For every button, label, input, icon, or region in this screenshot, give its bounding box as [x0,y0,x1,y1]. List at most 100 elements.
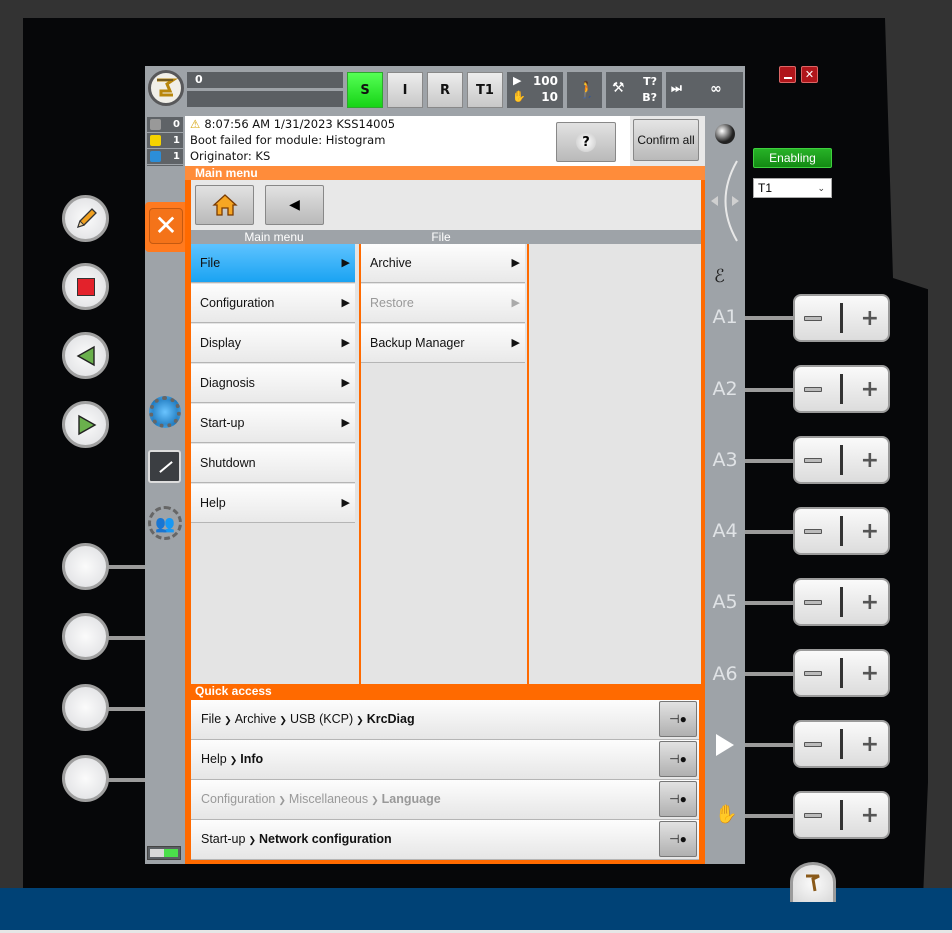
info-message-icon [150,151,161,162]
soft-key-2[interactable] [62,613,109,660]
back-button[interactable]: ◀ [265,185,324,225]
close-window-button[interactable]: ✕ [801,66,818,83]
soft-key-line [105,778,147,782]
submit-interpreter-button[interactable]: S [347,72,383,108]
edit-key[interactable] [62,195,109,242]
divider [839,516,843,546]
ack-message-count[interactable]: 0 [147,117,183,132]
message-window[interactable]: ⚠ 8:07:56 AM 1/31/2023 KSS14005 Boot fail… [185,116,705,166]
soft-key-4[interactable] [62,755,109,802]
status-bar: 0 S I R T1 ▶ ✋ 100 10 🚶 ⚒ T? B? ⏭ ∞ [145,66,745,112]
walking-person-icon: 🚶 [577,80,597,99]
column-header-main: Main menu [191,230,357,244]
soft-key-line [105,707,147,711]
menu-item-help[interactable]: Help ▶ [191,484,355,523]
help-button[interactable]: ? [556,122,616,162]
notification-message-count[interactable]: 1 [147,149,183,164]
stop-key[interactable] [62,263,109,310]
quick-access-item[interactable]: File ❯ Archive ❯ USB (KCP) ❯ KrcDiag ⊣● [191,700,699,740]
left-sidebar: ✕ 👥 [145,166,189,864]
menu-item-file[interactable]: File ▶ [191,244,355,283]
operating-mode-button[interactable]: T1 [467,72,503,108]
operating-mode-select[interactable]: T1 ⌄ [753,178,832,198]
status-message-count[interactable]: 1 [147,133,183,148]
start-key[interactable] [62,401,109,448]
jog-key-a2[interactable]: + [793,365,890,413]
jog-key-a4[interactable]: + [793,507,890,555]
menu-item-display[interactable]: Display ▶ [191,324,355,363]
drives-button[interactable]: I [387,72,423,108]
minimize-icon [783,76,792,79]
jog-line [745,530,795,534]
home-button[interactable] [195,185,254,225]
chevron-right-icon: ▶ [511,337,520,349]
jog-key-a6[interactable]: + [793,649,890,697]
robot-menu-button[interactable] [148,70,184,106]
jog-line [745,388,795,392]
jog-key-a3[interactable]: + [793,436,890,484]
space-mouse-icon[interactable] [709,156,741,246]
jog-mode-button[interactable]: 🚶 [567,72,602,108]
close-icon: ✕ [154,209,178,242]
incremental-jog-button[interactable]: ⏭ ∞ [666,72,743,108]
confirm-all-button[interactable]: Confirm all [633,119,699,161]
clock-icon[interactable] [148,450,181,483]
axis-label-a4: A4 [712,520,738,542]
plus-icon: + [860,518,880,544]
warning-icon: ⚠ [190,117,201,131]
jog-line [745,316,795,320]
pin-icon: ⊣● [669,831,687,846]
soft-key-1[interactable] [62,543,109,590]
submenu-item-archive[interactable]: Archive ▶ [361,244,525,283]
jog-key-a5[interactable]: + [793,578,890,626]
menu-item-start-up[interactable]: Start-up ▶ [191,404,355,443]
program-name-field[interactable]: 0 [187,72,343,88]
confirm-area: Confirm all [630,116,705,166]
kuka-robot-button[interactable] [790,862,836,902]
pin-button[interactable]: ⊣● [659,781,697,817]
settings-gear-icon[interactable] [149,396,181,428]
pin-button[interactable]: ⊣● [659,741,697,777]
menu-item-configuration[interactable]: Configuration ▶ [191,284,355,323]
divider [839,445,843,475]
play-icon [77,414,96,435]
chevron-right-icon: ▶ [341,377,350,389]
jog-coordinate-icon[interactable]: ℰ [714,266,725,287]
pin-button[interactable]: ⊣● [659,821,697,857]
message-originator: Originator: KS [190,149,271,163]
home-icon [211,194,238,216]
plus-icon: + [860,660,880,686]
enabling-button[interactable]: Enabling [753,148,832,168]
submenu-item-restore[interactable]: Restore ▶ [361,284,525,323]
globe-icon[interactable] [715,124,735,144]
hand-icon: ✋ [715,804,738,825]
user-group-icon[interactable]: 👥 [148,506,182,540]
start-backward-key[interactable] [62,332,109,379]
soft-key-line [105,565,147,569]
quick-access-item[interactable]: Help ❯ Info ⊣● [191,740,699,780]
program-override-play-icon [716,734,734,756]
menu-item-shutdown[interactable]: Shutdown [191,444,355,483]
pin-button[interactable]: ⊣● [659,701,697,737]
submenu-item-backup-manager[interactable]: Backup Manager ▶ [361,324,525,363]
menu-item-diagnosis[interactable]: Diagnosis ▶ [191,364,355,403]
message-text: Boot failed for module: Histogram [190,133,386,147]
program-override-key[interactable]: + [793,720,890,768]
operating-mode-value: T1 [758,181,773,195]
program-override-value: 100 [532,74,558,88]
chevron-down-icon: ⌄ [817,183,825,193]
jog-key-a1[interactable]: + [793,294,890,342]
tool-base-button[interactable]: ⚒ T? B? [606,72,662,108]
minimize-button[interactable] [779,66,796,83]
override-button[interactable]: ▶ ✋ 100 10 [507,72,563,108]
plus-icon: + [860,802,880,828]
program-line-field[interactable] [187,91,343,107]
jog-override-key[interactable]: + [793,791,890,839]
quick-access-item[interactable]: Start-up ❯ Network configuration ⊣● [191,820,699,860]
close-menu-button[interactable]: ✕ [149,208,183,244]
soft-key-3[interactable] [62,684,109,731]
third-menu-column [529,244,701,684]
robot-interpreter-button[interactable]: R [427,72,463,108]
quick-access-item[interactable]: Configuration ❯ Miscellaneous ❯ Language ⊣● [191,780,699,820]
close-icon: ✕ [804,68,815,81]
